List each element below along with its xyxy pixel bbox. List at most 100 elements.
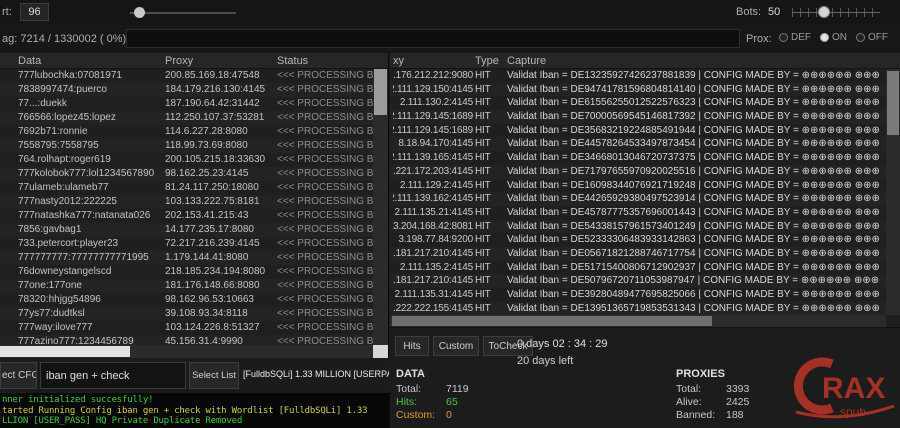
cell-proxy: 2.111.130.2:4145 — [393, 96, 473, 110]
prox-radio-off[interactable]: OFF — [856, 32, 888, 43]
cell-status: <<< PROCESSING BLO — [277, 69, 373, 83]
right-table-row[interactable]: 2.111.135.2:4145HITValidat Iban = DE5171… — [390, 261, 886, 275]
left-table-row[interactable]: 777way:ilove777103.124.226.8:51327<<< PR… — [0, 321, 374, 335]
right-table-row[interactable]: 3.204.168.42:8081HITValidat Iban = DE543… — [390, 220, 886, 234]
select-list-button[interactable]: Select List — [189, 362, 239, 389]
threads-value-box[interactable]: 96 — [20, 3, 49, 21]
cell-type: HIT — [475, 274, 505, 288]
left-table-row[interactable]: 777nasty2012:222225103.133.222.75:8181<<… — [0, 195, 374, 209]
select-cfg-button[interactable]: ect CFG — [0, 362, 37, 389]
cell-capture: Validat Iban = DE44265929380497523914 | … — [507, 192, 879, 206]
prox-radio-def[interactable]: DEF — [779, 32, 811, 43]
cell-proxy: 2.111.135.2:4145 — [393, 261, 473, 275]
column-header-proxy[interactable]: Proxy — [165, 53, 193, 69]
left-table-row[interactable]: 7838997474:puerco184.179.216.130:4145<<<… — [0, 83, 374, 97]
custom-button[interactable]: Custom — [433, 336, 479, 356]
left-table-row[interactable]: 777777777:777777777719951.179.144.41:808… — [0, 251, 374, 265]
cell-proxy: 218.185.234.194:8080 — [165, 265, 274, 279]
column-header-capture[interactable]: Capture — [507, 53, 546, 69]
cell-proxy: 200.105.215.18:33630 — [165, 153, 274, 167]
cell-proxy: 2.111.139.162:4145 — [393, 192, 473, 206]
right-table-row[interactable]: 2.111.139.162:4145HITValidat Iban = DE44… — [390, 192, 886, 206]
cell-status: <<< PROCESSING BLO — [277, 335, 373, 345]
right-table-row[interactable]: 4.181.217.210:4145HITValidat Iban = DE50… — [390, 274, 886, 288]
cell-proxy: 2.111.129.145:1689 — [393, 110, 473, 124]
bots-slider-thumb-icon[interactable] — [818, 6, 830, 18]
hits-button[interactable]: Hits — [395, 336, 429, 356]
right-table-row[interactable]: 2.111.129.2:4145HITValidat Iban = DE1609… — [390, 179, 886, 193]
config-controls-strip: ect CFG Select List [FulldbSQLi] 1.33 MI… — [0, 358, 390, 393]
cell-proxy: 118.99.73.69:8080 — [165, 139, 274, 153]
left-table-row[interactable]: 777lubochka:07081971200.85.169.18:47548<… — [0, 69, 374, 83]
left-table-row[interactable]: 77...:duekk187.190.64.42:31442<<< PROCES… — [0, 97, 374, 111]
left-table-row[interactable]: 76downeystangelscd218.185.234.194:8080<<… — [0, 265, 374, 279]
right-table-row[interactable]: 2.111.129.145:1689HITValidat Iban = DE35… — [390, 124, 886, 138]
radio-icon — [856, 33, 865, 42]
config-name-input[interactable] — [40, 362, 186, 389]
left-table-row[interactable]: 7692b71:ronnie114.6.227.28:8080<<< PROCE… — [0, 125, 374, 139]
left-table-row[interactable]: 777azino777:123445678945.156.31.4:9990<<… — [0, 335, 374, 345]
left-table-row[interactable]: 764.rolhapt:roger619200.105.215.18:33630… — [0, 153, 374, 167]
right-table-row[interactable]: 4.181.217.210:4145HITValidat Iban = DE05… — [390, 247, 886, 261]
right-table-row[interactable]: 2.111.130.2:4145HITValidat Iban = DE6155… — [390, 96, 886, 110]
left-table-row[interactable]: 77ys77:dudtksl39.108.93.34:8118<<< PROCE… — [0, 307, 374, 321]
left-table-row[interactable]: 78320:hhjgg5489698.162.96.53:10663<<< PR… — [0, 293, 374, 307]
threads-slider[interactable] — [130, 12, 236, 14]
scrollbar-thumb[interactable] — [374, 69, 387, 115]
progress-toolbar: ag: 7214 / 1330002 ( 0%) Prox: DEFONOFF — [0, 25, 900, 53]
cell-proxy: 181.176.148.66:8080 — [165, 279, 274, 293]
cell-capture: Validat Iban = DE45787775357696001443 | … — [507, 206, 879, 220]
left-table-row[interactable]: 766566:lopez45:lopez112.250.107.37:53281… — [0, 111, 374, 125]
cell-data: 777natashka777:natanata026 — [18, 209, 162, 223]
right-table-row[interactable]: 2.111.139.165:4145HITValidat Iban = DE34… — [390, 151, 886, 165]
cell-type: HIT — [475, 69, 505, 83]
right-table-row[interactable]: 3.198.77.84:9200HITValidat Iban = DE5233… — [390, 233, 886, 247]
left-table-row[interactable]: 7558795:7558795118.99.73.69:8080<<< PROC… — [0, 139, 374, 153]
right-table-row[interactable]: 2.111.129.145:1689HITValidat Iban = DE70… — [390, 110, 886, 124]
right-table-row[interactable]: 1.221.172.203:4145HITValidat Iban = DE71… — [390, 165, 886, 179]
column-header-proxy[interactable]: xy — [393, 53, 404, 69]
left-table-row[interactable]: 77one:177one181.176.148.66:8080<<< PROCE… — [0, 279, 374, 293]
cell-proxy: 2.111.139.165:4145 — [393, 151, 473, 165]
scrollbar-thumb[interactable] — [0, 346, 130, 357]
proxy-mode-radio-group: DEF ON OFF — [779, 32, 888, 43]
cell-status: <<< PROCESSING BLO — [277, 167, 373, 181]
left-table-row[interactable]: 777kolobok777:lol123456789098.162.25.23:… — [0, 167, 374, 181]
proxy-stats-section: PROXIES Total:3393Alive:2425Banned:188 — [676, 368, 749, 422]
left-table-row[interactable]: 777natashka777:natanata026202.153.41.215… — [0, 209, 374, 223]
cell-capture: Validat Iban = DE54338157961573401249 | … — [507, 220, 879, 234]
bots-slider[interactable] — [792, 8, 880, 17]
stat-label: Custom: — [396, 409, 446, 422]
right-table-row[interactable]: 2.111.135.21:4145HITValidat Iban = DE457… — [390, 206, 886, 220]
cell-proxy: 2.111.135.21:4145 — [393, 206, 473, 220]
left-table-row[interactable]: 7856:gavbag114.177.235.17:8080<<< PROCES… — [0, 223, 374, 237]
left-horizontal-scrollbar[interactable] — [0, 345, 374, 358]
cell-data: 764.rolhapt:roger619 — [18, 153, 162, 167]
stat-row: Total:3393 — [676, 383, 749, 396]
slider-thumb-icon[interactable] — [134, 7, 145, 18]
scrollbar-thumb[interactable] — [887, 71, 899, 135]
cell-status: <<< PROCESSING BLO — [277, 195, 373, 209]
cell-capture: Validat Iban = DE50796720711053987947 | … — [507, 274, 879, 288]
column-header-type[interactable]: Type — [475, 53, 499, 69]
right-table-row[interactable]: 2.111.135.31:4145HITValidat Iban = DE392… — [390, 288, 886, 302]
column-header-data[interactable]: Data — [18, 53, 41, 69]
left-vertical-scrollbar[interactable] — [373, 69, 388, 345]
cell-status: <<< PROCESSING BLO — [277, 223, 373, 237]
left-table-row[interactable]: 733.petercort:player2372.217.216.239:414… — [0, 237, 374, 251]
scrollbar-thumb[interactable] — [392, 316, 712, 326]
cell-capture: Validat Iban = DE34668013046720737375 | … — [507, 151, 879, 165]
prox-radio-on[interactable]: ON — [820, 32, 847, 43]
progress-bar — [126, 29, 740, 48]
cell-capture: Validat Iban = DE52333306483933142863 | … — [507, 233, 879, 247]
right-table-row[interactable]: 2.111.129.150:4145HITValidat Iban = DE94… — [390, 83, 886, 97]
column-header-status[interactable]: Status — [277, 53, 308, 69]
right-vertical-scrollbar[interactable] — [886, 69, 900, 315]
right-table-row[interactable]: 5.176.212.212:9080HITValidat Iban = DE13… — [390, 69, 886, 83]
right-table-row[interactable]: 3.222.222.155:4145HITValidat Iban = DE13… — [390, 302, 886, 315]
right-table-row[interactable]: 8.18.94.170:4145HITValidat Iban = DE4457… — [390, 137, 886, 151]
cell-proxy: 187.190.64.42:31442 — [165, 97, 274, 111]
left-table-row[interactable]: 77ulameb:ulameb7781.24.117.250:18080<<< … — [0, 181, 374, 195]
cell-capture: Validat Iban = DE70000569545146817392 | … — [507, 110, 879, 124]
right-horizontal-scrollbar[interactable] — [390, 315, 886, 327]
